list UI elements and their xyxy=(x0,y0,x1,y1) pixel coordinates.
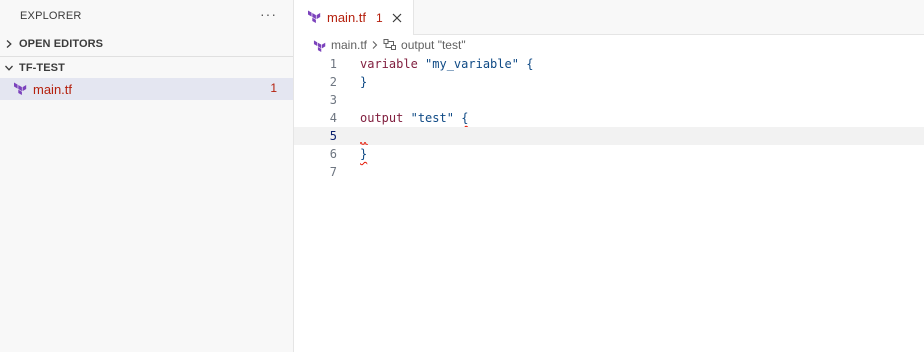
line-number: 2 xyxy=(329,75,337,89)
line-number: 3 xyxy=(329,93,337,107)
tab-main-tf[interactable]: main.tf 1 xyxy=(294,0,414,35)
line-number: 6 xyxy=(329,147,337,161)
tab-label: main.tf xyxy=(327,10,367,25)
keyword-token: output xyxy=(360,111,404,125)
brace-token: { xyxy=(526,57,534,71)
line-number: 5 xyxy=(329,129,337,143)
file-name: main.tf xyxy=(33,81,73,97)
chevron-down-icon xyxy=(4,63,14,73)
explorer-title: EXPLORER xyxy=(20,10,82,22)
code-line: 4 output "test" { xyxy=(294,109,924,127)
explorer-header: EXPLORER ··· xyxy=(0,0,293,33)
code-text: } xyxy=(360,145,367,163)
code-text: output "test" { xyxy=(360,109,468,127)
code-line: 7 xyxy=(294,163,924,181)
terraform-icon xyxy=(313,39,326,52)
brace-token-error: } xyxy=(360,147,368,161)
code-line: 2 } xyxy=(294,73,924,91)
code-line: 3 xyxy=(294,91,924,109)
string-token: "my_variable" xyxy=(425,57,519,71)
code-text: variable "my_variable" { xyxy=(360,55,533,73)
close-icon[interactable] xyxy=(391,12,403,24)
more-actions-icon[interactable]: ··· xyxy=(260,6,277,22)
breadcrumb: main.tf output "test" xyxy=(313,35,466,55)
open-editors-section[interactable]: OPEN EDITORS xyxy=(0,33,293,55)
terraform-icon xyxy=(13,81,27,98)
error-squiggle xyxy=(360,142,368,145)
breadcrumb-symbol-label: output "test" xyxy=(401,38,466,52)
tab-problem-count: 1 xyxy=(376,10,383,25)
code-line: 1 variable "my_variable" { xyxy=(294,55,924,73)
breadcrumb-file[interactable]: main.tf xyxy=(313,38,367,52)
line-number: 7 xyxy=(329,165,337,179)
line-number: 1 xyxy=(329,57,337,71)
explorer-sidebar: EXPLORER ··· OPEN EDITORS TF-TEST main.t… xyxy=(0,0,294,352)
code-line: 6 } xyxy=(294,145,924,163)
code-editor[interactable]: 1 variable "my_variable" { 2 } 3 4 outpu… xyxy=(294,55,924,352)
symbol-structure-icon xyxy=(383,38,397,52)
open-editors-label: OPEN EDITORS xyxy=(19,38,104,50)
line-number: 4 xyxy=(329,111,337,125)
string-token: "test" xyxy=(410,111,454,125)
problem-count-badge: 1 xyxy=(270,81,277,95)
file-tree-item-main-tf[interactable]: main.tf 1 xyxy=(0,78,293,100)
keyword-token: variable xyxy=(360,57,418,71)
chevron-right-icon xyxy=(371,40,379,50)
terraform-icon xyxy=(307,9,321,26)
editor-tab-bar: main.tf 1 xyxy=(294,0,924,35)
breadcrumb-file-label: main.tf xyxy=(331,38,368,52)
code-text: } xyxy=(360,73,367,91)
project-section[interactable]: TF-TEST xyxy=(0,56,293,79)
chevron-right-icon xyxy=(4,39,14,49)
breadcrumb-symbol[interactable]: output "test" xyxy=(383,38,466,52)
brace-token-error: { xyxy=(461,111,469,125)
project-label: TF-TEST xyxy=(19,62,65,74)
code-line-current: 5 xyxy=(294,127,924,145)
brace-token: } xyxy=(360,75,368,89)
